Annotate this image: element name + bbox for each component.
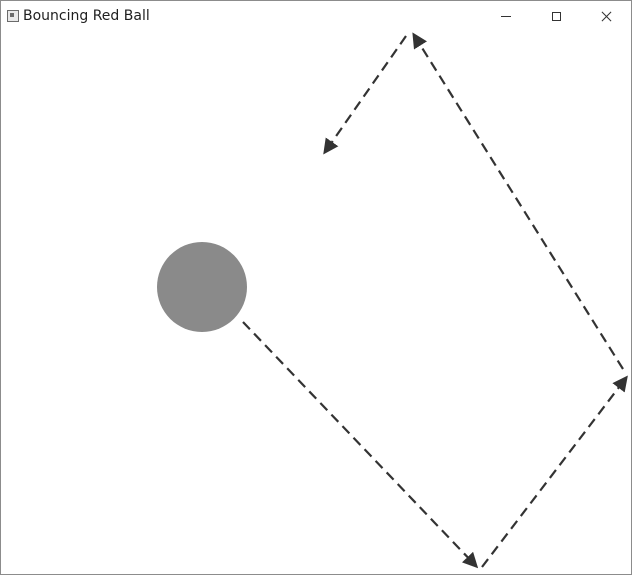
path-segment	[242, 321, 479, 569]
maximize-button[interactable]	[533, 1, 579, 32]
maximize-icon	[551, 12, 561, 21]
path-segment	[323, 35, 407, 155]
path-segment	[412, 32, 624, 370]
bounce-path	[242, 32, 628, 569]
minimize-button[interactable]	[483, 1, 529, 32]
close-icon	[601, 11, 612, 22]
ball	[157, 242, 247, 332]
app-window: Bouncing Red Ball	[0, 0, 632, 575]
window-title: Bouncing Red Ball	[23, 8, 150, 24]
path-segment	[481, 375, 628, 568]
app-icon[interactable]	[7, 10, 19, 22]
title-bar[interactable]: Bouncing Red Ball	[1, 1, 631, 32]
minimize-icon	[501, 16, 511, 17]
canvas-area	[1, 32, 631, 574]
close-button[interactable]	[583, 1, 629, 32]
animation-canvas	[157, 32, 628, 569]
